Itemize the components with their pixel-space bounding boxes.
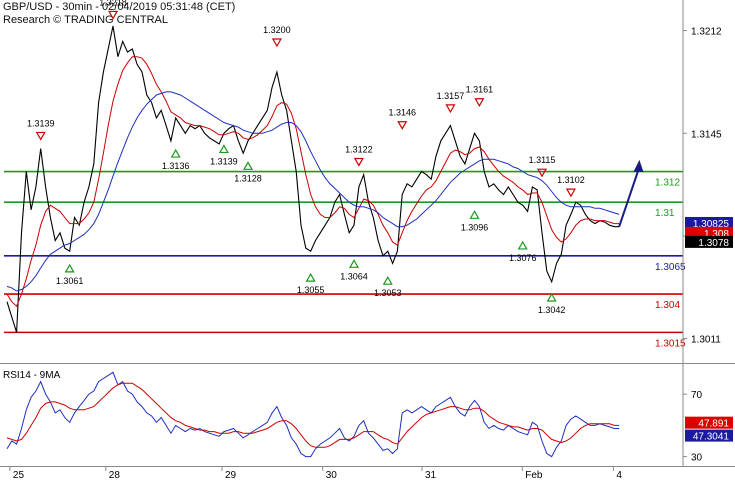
peak-label: 1.3139	[27, 118, 55, 128]
moving-average-line	[6, 56, 620, 308]
trough-label: 1.3076	[509, 253, 537, 263]
trough-marker	[64, 263, 75, 273]
forecast-arrowhead	[633, 159, 644, 172]
trough-label: 1.3136	[162, 161, 190, 171]
peak-label: 1.3102	[557, 175, 585, 185]
x-tick-label: 31	[425, 470, 437, 480]
y-tick-label: 1.3011	[691, 334, 721, 345]
peak-label: 1.3161	[466, 85, 494, 95]
rsi-tag-label: 47.891	[698, 419, 729, 430]
price-panel: 1.312 1.31 1.3065 1.304 1.3015 1.3139 1.3218 1.…	[4, 0, 686, 349]
peak-marker	[536, 168, 548, 178]
rsi-ma-line	[6, 382, 620, 448]
x-tick-label: 29	[225, 470, 237, 480]
trough-marker	[517, 240, 528, 250]
peak-marker	[397, 121, 408, 130]
trough-marker	[469, 210, 480, 219]
trough-label: 1.3053	[374, 288, 402, 298]
trough-label: 1.3042	[538, 305, 566, 315]
peak-label: 1.3122	[345, 144, 373, 154]
rsi-title: RSI14 - 9MA	[3, 370, 61, 381]
trough-label: 1.3061	[56, 276, 84, 286]
rsi-tag-label: 47.3041	[693, 432, 730, 443]
axes: 1.30111.30781.31451.32121.308251.3081.30…	[0, 0, 735, 480]
peak-marker	[271, 38, 282, 48]
x-tick-label: 4	[616, 470, 622, 480]
y-tick-label: 1.3145	[691, 129, 722, 140]
level-label: 1.3015	[655, 338, 686, 349]
peak-label: 1.3157	[437, 91, 465, 101]
x-tick-label: Feb	[525, 470, 543, 480]
rsi-y-tick-label: 70	[691, 390, 703, 401]
y-tick-label: 1.3212	[691, 27, 722, 38]
trough-marker	[170, 148, 181, 158]
trough-label: 1.3128	[234, 173, 262, 183]
peak-label: 1.3115	[529, 155, 556, 165]
x-tick-label: 25	[13, 470, 25, 480]
level-label: 1.31	[655, 208, 675, 219]
trough-marker	[218, 144, 229, 154]
trough-marker	[382, 275, 393, 285]
peak-marker	[445, 104, 456, 114]
trough-marker	[546, 292, 557, 302]
rsi-panel: RSI14 - 9MA	[3, 370, 620, 458]
trough-label: 1.3064	[340, 271, 368, 281]
price-tag-label: 1.3078	[698, 238, 729, 249]
peak-marker	[35, 131, 46, 141]
peak-marker	[353, 157, 364, 167]
trough-marker	[242, 161, 254, 170]
level-label: 1.312	[655, 178, 680, 189]
level-label: 1.3065	[655, 262, 686, 273]
trough-label: 1.3096	[461, 222, 489, 232]
x-tick-label: 28	[109, 470, 121, 480]
rsi-y-tick-label: 30	[691, 453, 703, 464]
peak-marker	[108, 10, 119, 20]
peak-marker	[474, 98, 485, 107]
x-tick-label: 30	[326, 470, 338, 480]
trough-label: 1.3139	[210, 156, 238, 166]
trough-marker	[349, 259, 360, 268]
peak-label: 1.3200	[263, 25, 291, 35]
forecast-arrow	[618, 169, 640, 228]
rsi-line	[6, 371, 620, 458]
peak-label: 1.3218	[99, 0, 127, 7]
trough-label: 1.3055	[297, 285, 325, 295]
chart-canvas: 1.312 1.31 1.3065 1.304 1.3015 1.3139 1.3218 1.…	[0, 0, 735, 480]
trough-marker	[305, 272, 316, 282]
peak-label: 1.3146	[388, 108, 416, 118]
peak-marker	[565, 188, 576, 198]
level-label: 1.304	[655, 300, 680, 311]
